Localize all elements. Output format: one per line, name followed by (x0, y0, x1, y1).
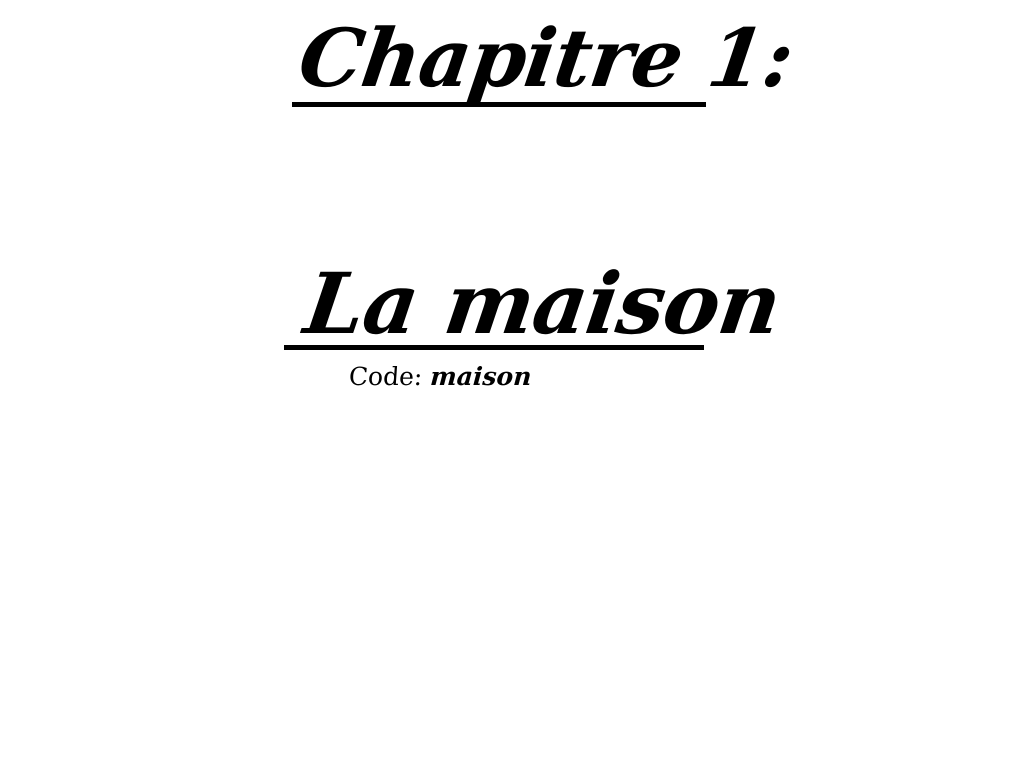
chapter-title-underline (292, 102, 706, 107)
code-value: maison (429, 362, 533, 391)
code-line: Code: maison (347, 362, 533, 391)
section-title-underline (284, 345, 704, 350)
document-page: Chapitre 1: La maison Code: maison (0, 0, 1024, 769)
section-title: La maison (299, 254, 787, 353)
chapter-title: Chapitre 1: (293, 11, 799, 105)
code-label: Code: (347, 362, 424, 391)
